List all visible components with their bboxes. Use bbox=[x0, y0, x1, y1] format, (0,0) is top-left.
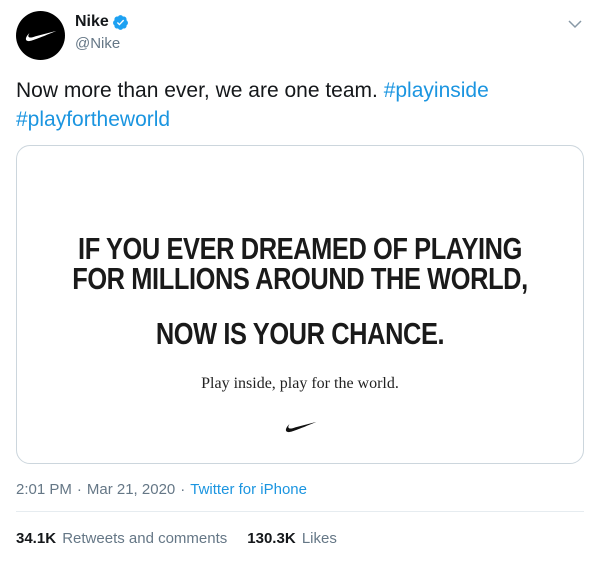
media-headline-chance: NOW IS YOUR CHANCE. bbox=[155, 316, 445, 351]
likes-count: 130.3K bbox=[247, 530, 296, 547]
media-headline-line: IF YOU EVER DREAMED OF PLAYING bbox=[78, 231, 522, 266]
tweet-time[interactable]: 2:01 PM bbox=[16, 481, 72, 498]
likes-stat[interactable]: 130.3K Likes bbox=[247, 530, 337, 547]
hashtag-link[interactable]: #playfortheworld bbox=[16, 108, 170, 131]
avatar[interactable] bbox=[16, 11, 65, 60]
media-tagline: Play inside, play for the world. bbox=[201, 375, 399, 392]
hashtag-link[interactable]: #playinside bbox=[384, 79, 489, 102]
tweet-text: Now more than ever, we are one team. #pl… bbox=[16, 76, 576, 134]
author-display-name[interactable]: Nike bbox=[75, 13, 109, 31]
tweet-date[interactable]: Mar 21, 2020 bbox=[87, 481, 175, 498]
tweet-stats: 34.1K Retweets and comments 130.3K Likes bbox=[16, 530, 357, 547]
divider bbox=[16, 511, 584, 512]
tweet-container: Nike @Nike Now more than ever, we are on… bbox=[0, 0, 600, 568]
retweets-label: Retweets and comments bbox=[62, 530, 228, 547]
meta-separator: · bbox=[76, 481, 82, 498]
nike-swoosh-icon bbox=[25, 30, 56, 41]
media-card[interactable]: IF YOU EVER DREAMED OF PLAYING FOR MILLI… bbox=[16, 145, 584, 464]
media-headline-line: FOR MILLIONS AROUND THE WORLD, bbox=[72, 261, 528, 296]
chevron-down-icon[interactable] bbox=[567, 17, 583, 29]
tweet-source-link[interactable]: Twitter for iPhone bbox=[190, 481, 307, 498]
nike-swoosh-icon bbox=[285, 421, 317, 433]
likes-label: Likes bbox=[301, 530, 337, 547]
author-handle[interactable]: @Nike bbox=[75, 35, 120, 52]
tweet-meta: 2:01 PM · Mar 21, 2020 · Twitter for iPh… bbox=[16, 481, 307, 498]
verified-badge-icon bbox=[112, 14, 129, 31]
author-name-row: Nike bbox=[75, 13, 129, 31]
retweets-stat[interactable]: 34.1K Retweets and comments bbox=[16, 530, 227, 547]
retweets-count: 34.1K bbox=[16, 530, 57, 547]
tweet-body-text: Now more than ever, we are one team. bbox=[16, 79, 378, 102]
meta-separator: · bbox=[180, 481, 186, 498]
